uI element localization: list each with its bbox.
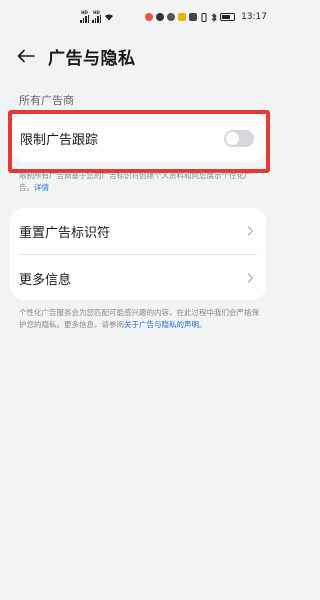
description-text: 限制所有广告商基于您的广告标识符创建个人资料和向您展示个性化广告。 — [19, 171, 252, 192]
nfc-icon — [189, 13, 198, 21]
battery-icon — [220, 13, 236, 21]
signal-icon: HD — [92, 11, 101, 23]
page-title: 广告与隐私 — [48, 48, 136, 69]
list-item-label: 更多信息 — [19, 272, 72, 288]
signal-icon: HD — [80, 11, 89, 23]
wifi-icon — [105, 14, 113, 21]
status-bar: HD HD 13:17 — [0, 0, 276, 34]
back-button[interactable] — [14, 44, 38, 68]
footnote: 个性化广告服务会为您匹配可能感兴趣的内容，在此过程中我们会严格保护您的隐私。更多… — [19, 307, 265, 331]
status-icons: 13:17 — [145, 12, 267, 22]
reset-ad-id-row[interactable]: 重置广告标识符 — [10, 208, 266, 254]
privacy-statement-link[interactable]: 关于广告与隐私的声明 — [124, 320, 199, 329]
detail-link[interactable]: 详情 — [34, 183, 49, 192]
highlight-box — [8, 110, 270, 173]
back-arrow-icon — [17, 49, 35, 63]
app-header: 广告与隐私 — [0, 34, 276, 78]
list-item-label: 重置广告标识符 — [19, 225, 111, 241]
clock: 13:17 — [241, 12, 267, 22]
limit-ad-tracking-description: 限制所有广告商基于您的广告标识符创建个人资料和向您展示个性化广告。详情 — [19, 170, 261, 192]
section-label: 所有广告商 — [19, 94, 74, 107]
status-left: HD HD — [80, 11, 114, 23]
more-info-row[interactable]: 更多信息 — [10, 255, 266, 300]
options-list: 重置广告标识符 更多信息 — [10, 208, 266, 300]
chevron-right-icon — [247, 273, 254, 283]
chevron-right-icon — [247, 226, 254, 236]
footnote-end: 。 — [199, 320, 207, 329]
weibo-icon — [145, 13, 154, 21]
vibrate-icon — [201, 12, 207, 22]
notification-icon — [167, 13, 176, 21]
bluetooth-icon — [211, 12, 217, 22]
app-icon — [178, 13, 187, 21]
chat-icon — [156, 13, 165, 21]
